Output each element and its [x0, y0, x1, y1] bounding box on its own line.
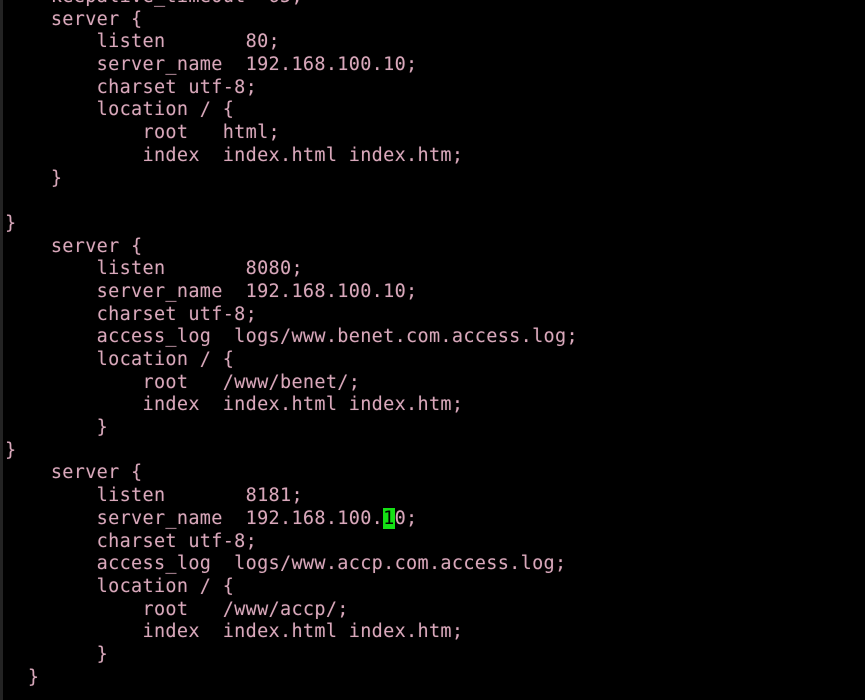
- code-line[interactable]: location / {: [5, 349, 578, 372]
- window-left-border: [0, 0, 3, 700]
- code-line[interactable]: listen 8080;: [5, 258, 578, 281]
- code-line[interactable]: access_log logs/www.benet.com.access.log…: [5, 326, 578, 349]
- code-line[interactable]: listen 80;: [5, 31, 578, 54]
- code-text-before-cursor: server_name 192.168.100.: [5, 507, 384, 529]
- code-line[interactable]: server {: [5, 9, 578, 32]
- code-line[interactable]: access_log logs/www.accp.com.access.log;: [5, 553, 578, 576]
- code-line[interactable]: }: [5, 644, 578, 667]
- code-text-after-cursor: 0;: [394, 507, 418, 529]
- code-line[interactable]: server_name 192.168.100.10;: [5, 54, 578, 77]
- code-line[interactable]: keepalive_timeout 65;: [5, 0, 578, 9]
- config-file-content[interactable]: keepalive_timeout 65; server { listen 80…: [5, 0, 578, 689]
- code-line[interactable]: }: [5, 440, 578, 463]
- code-line[interactable]: server {: [5, 462, 578, 485]
- code-line[interactable]: }: [5, 417, 578, 440]
- code-line[interactable]: root html;: [5, 122, 578, 145]
- terminal-text-editor[interactable]: keepalive_timeout 65; server { listen 80…: [0, 0, 865, 700]
- code-line[interactable]: location / {: [5, 99, 578, 122]
- code-line[interactable]: location / {: [5, 576, 578, 599]
- code-line[interactable]: server_name 192.168.100.10;: [5, 281, 578, 304]
- code-line[interactable]: index index.html index.htm;: [5, 145, 578, 168]
- code-line[interactable]: }: [5, 667, 578, 690]
- code-line[interactable]: root /www/accp/;: [5, 599, 578, 622]
- code-line[interactable]: [5, 190, 578, 213]
- code-line[interactable]: }: [5, 168, 578, 191]
- code-line[interactable]: index index.html index.htm;: [5, 621, 578, 644]
- code-line[interactable]: charset utf-8;: [5, 531, 578, 554]
- code-line[interactable]: charset utf-8;: [5, 77, 578, 100]
- code-line[interactable]: index index.html index.htm;: [5, 394, 578, 417]
- code-line[interactable]: listen 8181;: [5, 485, 578, 508]
- block-cursor[interactable]: 1: [383, 507, 395, 529]
- code-line[interactable]: charset utf-8;: [5, 304, 578, 327]
- code-line[interactable]: server_name 192.168.100.10;: [5, 507, 578, 531]
- code-line[interactable]: }: [5, 213, 578, 236]
- code-line[interactable]: root /www/benet/;: [5, 372, 578, 395]
- code-line[interactable]: server {: [5, 236, 578, 259]
